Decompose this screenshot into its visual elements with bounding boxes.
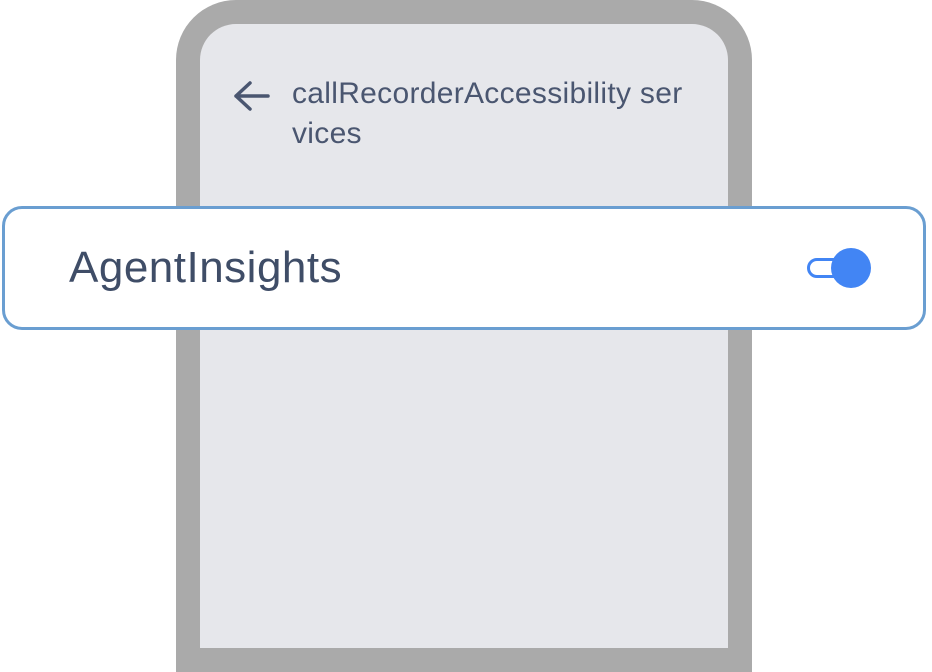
app-header: callRecorderAccessibility services: [232, 74, 692, 154]
arrow-left-icon: [232, 79, 270, 113]
stage: callRecorderAccessibility services Agent…: [0, 0, 932, 672]
page-title: callRecorderAccessibility services: [292, 77, 683, 150]
back-button[interactable]: [232, 74, 272, 118]
setting-row-agentinsights[interactable]: AgentInsights: [2, 206, 926, 330]
toggle-thumb: [831, 248, 871, 288]
setting-label: AgentInsights: [69, 243, 343, 292]
agentinsights-toggle[interactable]: [807, 248, 871, 288]
